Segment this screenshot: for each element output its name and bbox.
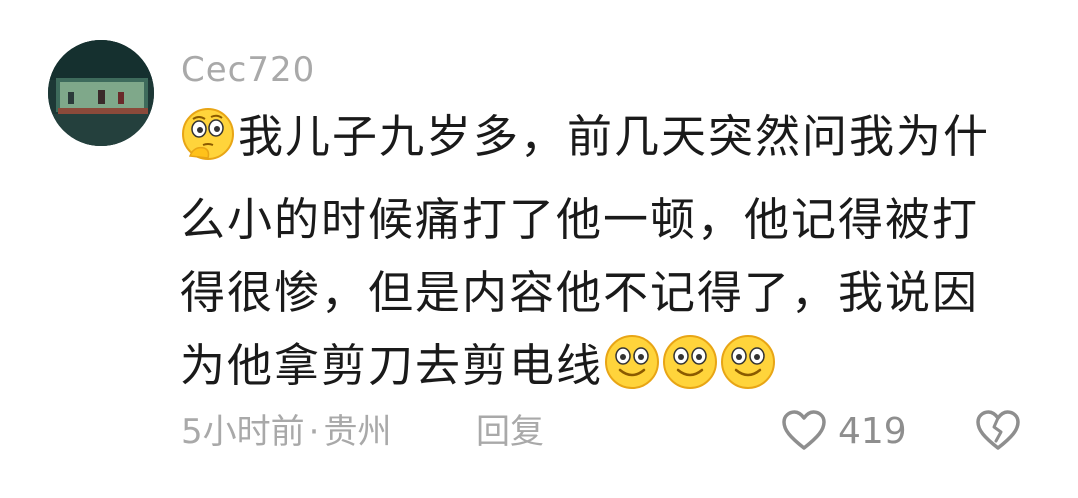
comment-time: 5小时前 — [181, 412, 305, 452]
comment-body: 我儿子九岁多，前几天突然问我为什么小的时候痛打了他一顿，他记得被打得很惨，但是内… — [180, 110, 991, 392]
smile-emoji-icon — [719, 333, 777, 412]
username[interactable]: Cec720 — [181, 50, 315, 90]
meta-separator: · — [308, 412, 320, 452]
avatar[interactable] — [48, 40, 154, 146]
broken-heart-icon[interactable] — [974, 410, 1022, 456]
thinking-emoji-icon — [180, 106, 236, 183]
reply-button[interactable]: 回复 — [476, 410, 544, 454]
heart-icon[interactable] — [780, 408, 828, 456]
like-button[interactable]: 419 — [780, 408, 907, 456]
smile-emoji-icon — [661, 333, 719, 412]
comment-meta: 5小时前 · 贵州 — [181, 410, 391, 454]
comment-item: Cec720 我儿子九岁多，前几天突然问我为什么小的时候痛打了他一顿，他记得被打… — [0, 0, 1078, 498]
smile-emoji-icon — [603, 333, 661, 412]
dislike-button[interactable] — [974, 408, 1022, 456]
comment-text: 我儿子九岁多，前几天突然问我为什么小的时候痛打了他一顿，他记得被打得很惨，但是内… — [180, 100, 1020, 412]
like-count: 419 — [838, 411, 907, 452]
comment-location: 贵州 — [323, 412, 392, 452]
